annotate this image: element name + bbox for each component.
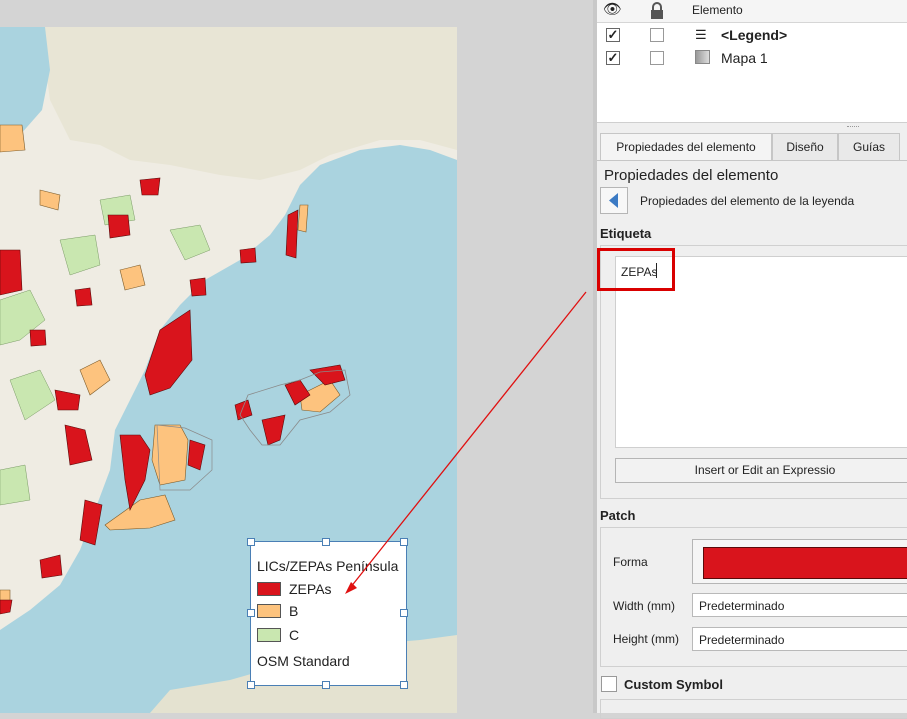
height-value: Predeterminado [699, 633, 785, 647]
layout-canvas[interactable]: LICs/ZEPAs Península ZEPAs B C OSM Stand… [0, 0, 596, 713]
insert-expression-button[interactable]: Insert or Edit an Expressio [615, 458, 907, 483]
legend-icon: ☰ [695, 27, 707, 42]
shape-label: Forma [613, 555, 648, 569]
patch-section-title: Patch [600, 508, 636, 523]
splitter-grip[interactable] [847, 126, 859, 129]
visibility-checkbox[interactable]: ✓ [606, 28, 620, 42]
properties-panel: 👁 Elemento ✓ ☰ <Legend> ✓ Mapa 1 Propied… [597, 0, 907, 719]
height-label: Height (mm) [613, 632, 680, 646]
lock-checkbox[interactable] [650, 51, 664, 65]
items-panel: 👁 Elemento ✓ ☰ <Legend> ✓ Mapa 1 [597, 0, 907, 127]
panel-title: Propiedades del elemento [604, 167, 779, 184]
items-header [597, 0, 907, 23]
back-button[interactable] [600, 187, 628, 214]
custom-symbol-label: Custom Symbol [624, 677, 723, 692]
item-row-map[interactable]: Mapa 1 [721, 50, 768, 66]
tab-divider [597, 160, 907, 161]
lock-checkbox[interactable] [650, 28, 664, 42]
annotation-arrow [345, 291, 587, 594]
height-input[interactable]: Predeterminado [692, 627, 907, 651]
tab-item-properties[interactable]: Propiedades del elemento [600, 133, 772, 161]
tab-layout[interactable]: Diseño [772, 133, 838, 160]
item-row-legend[interactable]: <Legend> [721, 27, 787, 43]
annotation-highlight-box [597, 248, 675, 291]
patch-symbol-button[interactable] [692, 539, 907, 584]
map-icon [695, 50, 710, 64]
width-label: Width (mm) [613, 599, 675, 613]
custom-symbol-checkbox[interactable] [601, 676, 617, 692]
width-value: Predeterminado [699, 599, 785, 613]
tab-guides[interactable]: Guías [838, 133, 900, 160]
visibility-checkbox[interactable]: ✓ [606, 51, 620, 65]
patch-preview [703, 547, 907, 579]
custom-symbol-group [600, 699, 907, 719]
width-input[interactable]: Predeterminado [692, 593, 907, 617]
label-section-title: Etiqueta [600, 226, 652, 241]
back-arrow-icon [609, 193, 618, 208]
panel-subtitle: Propiedades del elemento de la leyenda [640, 194, 855, 208]
lock-icon [649, 0, 665, 22]
eye-icon: 👁 [603, 1, 623, 18]
element-column-header: Elemento [692, 3, 743, 17]
